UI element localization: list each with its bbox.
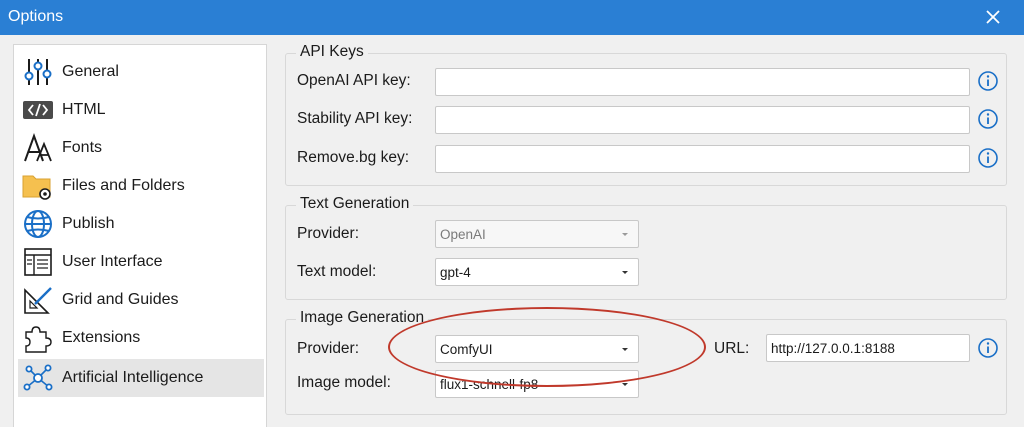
sidebar-item-fonts[interactable]: Fonts xyxy=(18,129,264,167)
window-layout-icon xyxy=(24,248,52,276)
removebg-key-label: Remove.bg key: xyxy=(297,149,409,166)
image-model-select[interactable]: flux1-schnell-fp8 xyxy=(435,370,639,398)
sidebar-item-extensions[interactable]: Extensions xyxy=(18,319,264,357)
text-provider-label: Provider: xyxy=(297,225,360,242)
group-title: Image Generation xyxy=(296,309,429,327)
puzzle-icon xyxy=(25,326,52,353)
url-label: URL: xyxy=(714,340,750,357)
image-provider-value: ComfyUI xyxy=(440,342,493,357)
sidebar-item-label: Artificial Intelligence xyxy=(62,369,204,386)
text-model-value: gpt-4 xyxy=(440,265,471,280)
image-model-value: flux1-schnell-fp8 xyxy=(440,377,539,392)
sidebar-item-artificial-intelligence[interactable]: Artificial Intelligence xyxy=(18,359,264,397)
sliders-icon xyxy=(24,59,52,85)
info-icon[interactable] xyxy=(977,147,999,169)
text-provider-value: OpenAI xyxy=(440,227,486,242)
network-nodes-icon xyxy=(23,364,53,391)
title-bar: Options xyxy=(0,0,1024,35)
sidebar-item-label: Publish xyxy=(62,215,115,232)
text-provider-select: OpenAI xyxy=(435,220,639,248)
sidebar-item-label: Extensions xyxy=(62,329,141,346)
options-category-list: General HTML Fonts Files and Folders Pub… xyxy=(13,44,267,427)
info-icon[interactable] xyxy=(977,337,999,359)
code-tag-icon xyxy=(23,101,53,119)
close-icon[interactable] xyxy=(982,6,1004,28)
sidebar-item-html[interactable]: HTML xyxy=(18,91,264,129)
sidebar-item-files-and-folders[interactable]: Files and Folders xyxy=(18,167,264,205)
openai-key-label: OpenAI API key: xyxy=(297,72,411,89)
sidebar-item-publish[interactable]: Publish xyxy=(18,205,264,243)
sidebar-item-user-interface[interactable]: User Interface xyxy=(18,243,264,281)
group-title: API Keys xyxy=(296,43,368,61)
globe-icon xyxy=(24,210,52,238)
text-model-label: Text model: xyxy=(297,263,377,280)
group-title: Text Generation xyxy=(296,195,414,213)
window-title: Options xyxy=(8,8,64,25)
text-model-select[interactable]: gpt-4 xyxy=(435,258,639,286)
chevron-down-icon xyxy=(622,348,628,351)
sidebar-item-label: User Interface xyxy=(62,253,163,270)
sidebar-item-general[interactable]: General xyxy=(18,53,264,91)
sidebar-item-label: Grid and Guides xyxy=(62,291,179,308)
text-generation-group: Text Generation xyxy=(285,195,1007,300)
sidebar-item-label: Fonts xyxy=(62,139,103,156)
stability-key-input[interactable] xyxy=(435,106,970,134)
sidebar-item-label: HTML xyxy=(62,101,106,118)
image-provider-select[interactable]: ComfyUI xyxy=(435,335,639,363)
info-icon[interactable] xyxy=(977,108,999,130)
removebg-key-input[interactable] xyxy=(435,145,970,173)
folder-gear-icon xyxy=(22,175,51,200)
font-icon xyxy=(24,133,52,162)
sidebar-item-label: General xyxy=(62,63,119,80)
image-provider-label: Provider: xyxy=(297,340,360,357)
chevron-down-icon xyxy=(622,271,628,274)
info-icon[interactable] xyxy=(977,70,999,92)
sidebar-item-grid-and-guides[interactable]: Grid and Guides xyxy=(18,281,264,319)
ruler-triangle-icon xyxy=(24,287,52,314)
sidebar-item-label: Files and Folders xyxy=(62,177,185,194)
openai-key-input[interactable] xyxy=(435,68,970,96)
url-input[interactable]: http://127.0.0.1:8188 xyxy=(766,334,970,362)
chevron-down-icon xyxy=(622,233,628,236)
chevron-down-icon xyxy=(622,383,628,386)
stability-key-label: Stability API key: xyxy=(297,110,413,127)
image-model-label: Image model: xyxy=(297,374,391,391)
